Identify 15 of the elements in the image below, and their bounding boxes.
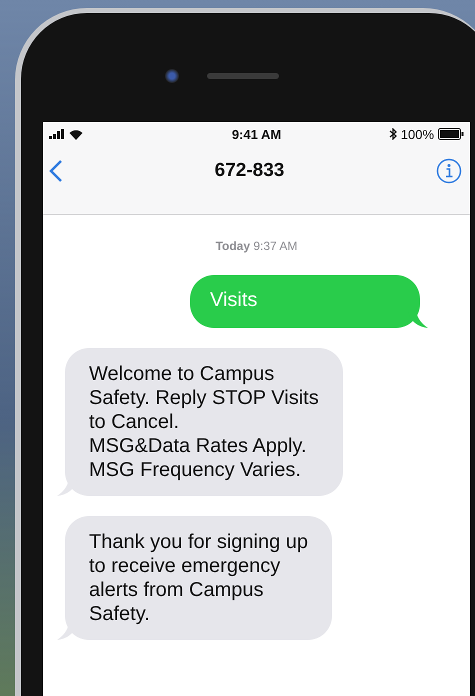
received-message: Welcome to Campus Safety. Reply STOP Visits to Cancel. MSG&Data Rates Apply. MSG Frequency Varies. bbox=[65, 348, 343, 496]
battery-icon bbox=[438, 128, 464, 140]
back-icon[interactable] bbox=[49, 159, 63, 183]
battery-percent: 100% bbox=[400, 126, 434, 142]
speaker-grille bbox=[207, 73, 279, 79]
camera-icon bbox=[165, 69, 179, 83]
message-timestamp: Today 9:37 AM bbox=[214, 239, 298, 253]
signal-icon bbox=[49, 129, 65, 139]
status-time: 9:41 AM bbox=[232, 126, 282, 142]
bluetooth-icon bbox=[388, 128, 397, 140]
received-message: Thank you for signing up to receive emergency alerts from Campus Safety. bbox=[65, 516, 332, 640]
info-icon[interactable] bbox=[436, 158, 462, 184]
conversation-title: 672-833 bbox=[214, 160, 284, 182]
sent-message: Visits bbox=[190, 275, 420, 328]
wifi-icon bbox=[69, 128, 83, 140]
